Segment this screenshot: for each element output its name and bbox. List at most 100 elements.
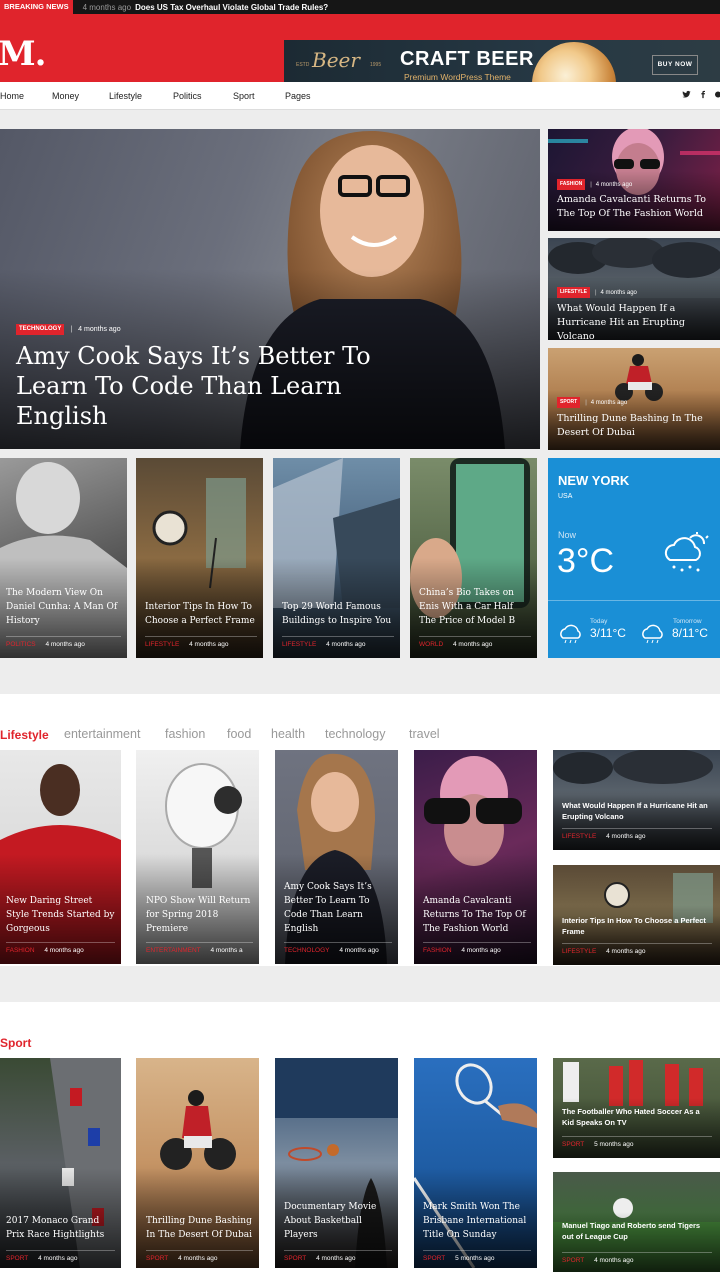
- sport-wide-card-time: 4 months ago: [594, 1257, 634, 1264]
- lifestyle-card-title[interactable]: Amanda Cavalcanti Returns To The Top Of …: [423, 894, 531, 936]
- lifestyle-wide-card-time: 4 months ago: [606, 833, 646, 840]
- sport-wide-card-title[interactable]: The Footballer Who Hated Soccer As a Kid…: [562, 1106, 712, 1128]
- tab-entertainment[interactable]: entertainment: [64, 727, 140, 741]
- grid-card-title[interactable]: The Modern View On Daniel Cunha: A Man O…: [6, 586, 121, 628]
- grid-card-time: 4 months ago: [326, 641, 366, 648]
- lifestyle-wide-card-title[interactable]: Interior Tips In How To Choose a Perfect…: [562, 915, 712, 937]
- lifestyle-card-title[interactable]: New Daring Street Style Trends Started b…: [6, 894, 115, 936]
- sport-card[interactable]: Thrilling Dune Bashing In The Desert Of …: [136, 1058, 259, 1268]
- sport-card-category[interactable]: SPORT: [423, 1255, 445, 1262]
- hero-category-badge[interactable]: TECHNOLOGY: [16, 324, 65, 335]
- site-logo[interactable]: M.: [0, 34, 46, 74]
- nav-item-politics[interactable]: Politics: [173, 91, 202, 101]
- sport-card-category[interactable]: SPORT: [6, 1255, 28, 1262]
- lifestyle-card-category[interactable]: TECHNOLOGY: [284, 947, 330, 954]
- grid-card-politics[interactable]: The Modern View On Daniel Cunha: A Man O…: [0, 458, 127, 658]
- grid-card-category[interactable]: POLITICS: [6, 641, 36, 648]
- hero-title[interactable]: Amy Cook Says It’s Better To Learn To Co…: [16, 341, 396, 431]
- sport-card[interactable]: Mark Smith Won The Brisbane Internationa…: [414, 1058, 537, 1268]
- lifestyle-card-category[interactable]: ENTERTAINMENT: [146, 947, 201, 954]
- lifestyle-wide-card[interactable]: What Would Happen If a Hurricane Hit an …: [553, 750, 720, 850]
- sport-wide-card-category[interactable]: SPORT: [562, 1257, 584, 1264]
- lifestyle-card[interactable]: New Daring Street Style Trends Started b…: [0, 750, 121, 964]
- side-card-category[interactable]: LIFESTYLE: [557, 287, 590, 298]
- hero-featured-article[interactable]: TECHNOLOGY | 4 months ago Amy Cook Says …: [0, 129, 540, 449]
- sport-card-title[interactable]: Documentary Movie About Basketball Playe…: [284, 1200, 392, 1242]
- side-card-title[interactable]: What Would Happen If a Hurricane Hit an …: [557, 302, 717, 340]
- side-card-title[interactable]: Amanda Cavalcanti Returns To The Top Of …: [557, 193, 717, 221]
- nav-item-lifestyle[interactable]: Lifestyle: [109, 91, 142, 101]
- lifestyle-wide-card-category[interactable]: LIFESTYLE: [562, 833, 596, 840]
- lifestyle-wide-card[interactable]: Interior Tips In How To Choose a Perfect…: [553, 865, 720, 965]
- nav-item-home[interactable]: Home: [0, 91, 24, 101]
- ad-year-text: 1995: [370, 62, 382, 68]
- tab-food[interactable]: food: [227, 727, 251, 741]
- side-card-category[interactable]: SPORT: [557, 397, 581, 408]
- lifestyle-wide-card-category[interactable]: LIFESTYLE: [562, 948, 596, 955]
- lifestyle-section-title[interactable]: Lifestyle: [0, 728, 49, 742]
- tab-fashion[interactable]: fashion: [165, 727, 205, 741]
- facebook-icon[interactable]: [699, 90, 707, 101]
- sport-card-time: 4 months ago: [178, 1255, 218, 1262]
- sport-card-time: 4 months ago: [316, 1255, 356, 1262]
- sport-wide-card[interactable]: The Footballer Who Hated Soccer As a Kid…: [553, 1058, 720, 1158]
- grid-card-category[interactable]: LIFESTYLE: [145, 641, 179, 648]
- lifestyle-card-title[interactable]: Amy Cook Says It’s Better To Learn To Co…: [284, 880, 392, 936]
- grid-card-title[interactable]: Interior Tips In How To Choose a Perfect…: [145, 600, 257, 628]
- sport-wide-card[interactable]: Manuel Tiago and Roberto send Tigers out…: [553, 1172, 720, 1272]
- ad-buy-now-button[interactable]: BUY NOW: [652, 55, 698, 75]
- twitter-icon[interactable]: [682, 90, 691, 101]
- sport-card[interactable]: Documentary Movie About Basketball Playe…: [275, 1058, 398, 1268]
- sport-card-category[interactable]: SPORT: [146, 1255, 168, 1262]
- lifestyle-card[interactable]: Amy Cook Says It’s Better To Learn To Co…: [275, 750, 398, 964]
- sport-card-time: 5 months ago: [455, 1255, 495, 1262]
- cloud-rain-icon: [558, 624, 582, 649]
- grid-card-title[interactable]: China’s Bio Takes on Enis With a Car Hal…: [419, 586, 531, 628]
- sport-section-title[interactable]: Sport: [0, 1036, 31, 1050]
- side-card-lifestyle[interactable]: LIFESTYLE | 4 months ago What Would Happ…: [548, 238, 720, 340]
- weather-tomorrow-temp: 8/11°C: [672, 626, 708, 640]
- weather-country: USA: [558, 493, 573, 500]
- tab-health[interactable]: health: [271, 727, 305, 741]
- sport-wide-card-title[interactable]: Manuel Tiago and Roberto send Tigers out…: [562, 1220, 712, 1242]
- lifestyle-card[interactable]: NPO Show Will Return for Spring 2018 Pre…: [136, 750, 259, 964]
- grid-card-interior[interactable]: Interior Tips In How To Choose a Perfect…: [136, 458, 263, 658]
- grid-card-category[interactable]: LIFESTYLE: [282, 641, 316, 648]
- weather-widget: NEW YORK USA Now 3°C Today 3/11°C Tomorr…: [548, 458, 720, 658]
- lifestyle-card-title[interactable]: NPO Show Will Return for Spring 2018 Pre…: [146, 894, 253, 936]
- nav-item-pages[interactable]: Pages: [285, 91, 311, 101]
- side-card-category[interactable]: FASHION: [557, 179, 586, 190]
- lifestyle-card-category[interactable]: FASHION: [423, 947, 452, 954]
- grid-card-world[interactable]: China’s Bio Takes on Enis With a Car Hal…: [410, 458, 537, 658]
- grid-card-time: 4 months ago: [453, 641, 493, 648]
- weather-now-label: Now: [558, 530, 577, 540]
- main-nav: Home Money Lifestyle Politics Sport Page…: [0, 82, 720, 110]
- ad-title: CRAFT BEER: [400, 48, 534, 70]
- tab-technology[interactable]: technology: [325, 727, 385, 741]
- ad-beer-script: Beer: [312, 48, 360, 72]
- sport-wide-card-category[interactable]: SPORT: [562, 1141, 584, 1148]
- sport-card-title[interactable]: 2017 Monaco Grand Prix Race Hightlights: [6, 1214, 115, 1242]
- weather-now-temp: 3°C: [557, 542, 615, 580]
- grid-card-title[interactable]: Top 29 World Famous Buildings to Inspire…: [282, 600, 394, 628]
- breaking-news-headline[interactable]: Does US Tax Overhaul Violate Global Trad…: [135, 3, 328, 12]
- sport-card[interactable]: 2017 Monaco Grand Prix Race Hightlights …: [0, 1058, 121, 1268]
- sport-card-category[interactable]: SPORT: [284, 1255, 306, 1262]
- sport-card-title[interactable]: Mark Smith Won The Brisbane Internationa…: [423, 1200, 531, 1242]
- tab-travel[interactable]: travel: [409, 727, 440, 741]
- grid-card-category[interactable]: WORLD: [419, 641, 443, 648]
- nav-item-money[interactable]: Money: [52, 91, 79, 101]
- lifestyle-card[interactable]: Amanda Cavalcanti Returns To The Top Of …: [414, 750, 537, 964]
- nav-item-sport[interactable]: Sport: [233, 91, 255, 101]
- side-card-fashion[interactable]: FASHION | 4 months ago Amanda Cavalcanti…: [548, 129, 720, 231]
- sport-card-title[interactable]: Thrilling Dune Bashing In The Desert Of …: [146, 1214, 253, 1242]
- lifestyle-wide-card-title[interactable]: What Would Happen If a Hurricane Hit an …: [562, 800, 712, 822]
- lifestyle-card-time: 4 months a: [210, 947, 243, 954]
- lifestyle-card-category[interactable]: FASHION: [6, 947, 35, 954]
- weather-tomorrow-label: Tomorrow: [673, 618, 702, 625]
- side-card-title[interactable]: Thrilling Dune Bashing In The Desert Of …: [557, 412, 717, 440]
- side-card-sport[interactable]: SPORT | 4 months ago Thrilling Dune Bash…: [548, 348, 720, 450]
- grid-card-buildings[interactable]: Top 29 World Famous Buildings to Inspire…: [273, 458, 400, 658]
- social-more-icon[interactable]: [714, 90, 720, 100]
- breaking-news-time: 4 months ago: [82, 2, 132, 12]
